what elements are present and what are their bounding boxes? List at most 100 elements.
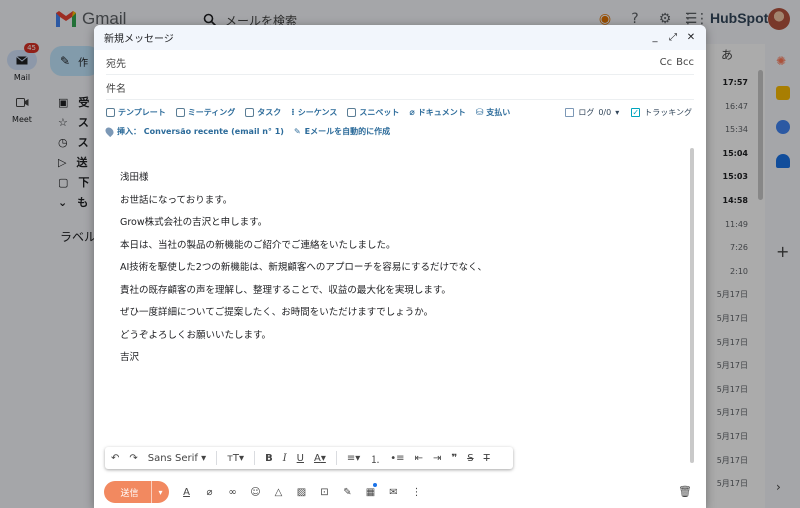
undo-icon[interactable]: ↶ xyxy=(111,453,119,464)
body-line: AI技術を駆使した2つの新機能は、新規顧客へのアプローチを容易にするだけでなく、 xyxy=(120,262,487,273)
log-label: ログ xyxy=(578,108,595,117)
log-checkbox[interactable] xyxy=(565,108,575,117)
body-line: ぜひ一度詳細についてご提案したく、お時間をいただけますでしょうか。 xyxy=(120,307,434,318)
document-button[interactable]: ⌀ ドキュメント xyxy=(409,107,465,118)
cc-bcc-links: Cc Bcc xyxy=(660,57,694,68)
body-line: お世話になっております。 xyxy=(120,194,233,206)
bcc-link[interactable]: Bcc xyxy=(676,57,694,68)
payment-label: 支払い xyxy=(486,108,511,117)
snippet-icon xyxy=(347,108,357,117)
sequence-icon: ⁝ xyxy=(291,107,295,118)
tracking-toggle[interactable]: ✓ トラッキング xyxy=(631,107,692,118)
insert-photo-icon[interactable]: ▨ xyxy=(296,487,307,498)
align-button[interactable]: ≡▾ xyxy=(347,453,360,464)
hubspot-insert-row: 挿入： Conversão recente (email n° 1) ✎ Eメール… xyxy=(103,125,390,138)
template-icon xyxy=(106,108,115,117)
attach-file-icon[interactable]: ⌀ xyxy=(204,487,215,498)
trash-icon[interactable]: 🗑 xyxy=(678,485,692,498)
payment-button[interactable]: ⛁ 支払い xyxy=(476,107,511,118)
edit-icon: ✎ xyxy=(293,127,301,136)
font-size-icon: тT xyxy=(227,452,240,464)
remove-formatting-icon[interactable]: T xyxy=(484,453,490,464)
body-line: 吉沢 xyxy=(120,352,140,363)
task-button[interactable]: タスク xyxy=(245,107,281,118)
strikethrough-button[interactable]: S xyxy=(467,453,473,464)
align-icon: ≡ xyxy=(346,452,356,464)
font-family-select[interactable]: Sans Serif ▾ xyxy=(148,453,206,464)
indent-more-icon[interactable]: ⇥ xyxy=(433,453,441,464)
ai-write-button[interactable]: ✎ Eメールを自動的に作成 xyxy=(294,126,390,137)
minimize-icon[interactable]: _ xyxy=(650,32,660,44)
meeting-label: ミーティング xyxy=(187,108,236,117)
layout-icon[interactable]: ▦ xyxy=(365,487,376,498)
toolbar-divider xyxy=(254,451,256,465)
meeting-button[interactable]: ミーティング xyxy=(175,107,236,118)
font-family-value: Sans Serif xyxy=(147,452,198,464)
log-toggle[interactable]: ログ 0/0 ▾ xyxy=(565,107,619,118)
snippet-button[interactable]: スニペット xyxy=(347,107,399,118)
send-options-chevron-icon[interactable]: ▾ xyxy=(151,481,169,503)
underline-button[interactable]: U xyxy=(297,453,304,464)
log-count: 0/0 xyxy=(598,108,612,117)
insert-recent-conversion[interactable]: 挿入： Conversão recente (email n° 1) xyxy=(103,125,284,138)
to-field[interactable]: 宛先 Cc Bcc xyxy=(106,50,694,75)
text-color-icon: A xyxy=(313,452,321,464)
numbered-list-icon[interactable]: ⒈ xyxy=(370,451,380,466)
tracking-checkbox[interactable]: ✓ xyxy=(631,108,641,117)
formatting-options-icon[interactable]: A xyxy=(181,487,192,498)
compose-window-controls: _ ⤢ ✕ xyxy=(650,32,696,44)
paperclip-icon: ⌀ xyxy=(409,107,415,118)
font-size-select[interactable]: тT▾ xyxy=(227,453,244,464)
lock-icon[interactable]: ⊡ xyxy=(319,487,330,498)
document-label: ドキュメント xyxy=(417,108,466,117)
bold-button[interactable]: B xyxy=(265,453,273,464)
task-label: タスク xyxy=(257,108,282,117)
send-label: 送信 xyxy=(120,488,139,499)
compose-header[interactable]: 新規メッセージ _ ⤢ ✕ xyxy=(94,25,706,50)
body-line: 責社の既存顧客の声を理解し、整理することで、収益の最大化を実現します。 xyxy=(120,284,451,296)
body-line: Grow株式会社の吉沢と申します。 xyxy=(120,217,268,228)
drive-icon[interactable]: △ xyxy=(273,487,284,498)
expand-icon[interactable]: ⤢ xyxy=(668,32,678,44)
subject-placeholder: 件名 xyxy=(106,83,126,95)
compose-body[interactable]: 浅田様 お世話になっております。 Grow株式会社の吉沢と申します。 本日は、当社の製… xyxy=(120,167,680,370)
toolbar-divider xyxy=(216,451,218,465)
sequence-button[interactable]: ⁝ シーケンス xyxy=(291,107,337,118)
cc-link[interactable]: Cc xyxy=(660,57,672,68)
body-line: 浅田様 xyxy=(120,172,149,183)
template-label: テンプレート xyxy=(118,108,166,117)
emoji-icon[interactable]: ☺ xyxy=(250,487,261,498)
signature-pen-icon[interactable]: ✎ xyxy=(342,487,353,498)
hubspot-log-tracking: ログ 0/0 ▾ ✓ トラッキング xyxy=(565,107,692,118)
send-button[interactable]: 送信 ▾ xyxy=(104,481,169,503)
calendar-icon xyxy=(175,108,185,117)
template-button[interactable]: テンプレート xyxy=(106,107,166,118)
compose-body-scrollbar[interactable] xyxy=(690,148,694,463)
insert-label: 挿入： Conversão recente (email n° 1) xyxy=(117,127,284,136)
notification-dot xyxy=(373,483,377,487)
snippet-label: スニペット xyxy=(359,108,400,117)
body-line: どうぞよろしくお願いいたします。 xyxy=(120,329,272,341)
ai-write-label: Eメールを自動的に作成 xyxy=(304,127,391,136)
compose-actions: A ⌀ ∞ ☺ △ ▨ ⊡ ✎ ▦ ✉ ⋮ xyxy=(181,487,422,498)
quote-icon[interactable]: ❞ xyxy=(451,453,457,464)
sequence-label: シーケンス xyxy=(297,108,338,117)
chevron-down-icon: ▾ xyxy=(615,108,620,117)
payment-icon: ⛁ xyxy=(475,107,484,118)
tracking-label: トラッキング xyxy=(644,108,692,117)
toolbar-divider xyxy=(335,451,337,465)
hubspot-mail-icon[interactable]: ✉ xyxy=(388,487,399,498)
close-icon[interactable]: ✕ xyxy=(686,32,696,44)
italic-button[interactable]: I xyxy=(283,453,287,464)
bulleted-list-icon[interactable]: •≡ xyxy=(390,453,404,464)
more-options-icon[interactable]: ⋮ xyxy=(411,487,422,498)
task-icon xyxy=(245,108,255,117)
insert-link-icon[interactable]: ∞ xyxy=(227,487,238,498)
formatting-toolbar: ↶ ↷ Sans Serif ▾ тT▾ B I U A▾ ≡▾ ⒈ •≡ ⇤ … xyxy=(105,447,513,469)
compose-bottom-bar: 送信 ▾ A ⌀ ∞ ☺ △ ▨ ⊡ ✎ ▦ ✉ ⋮ 🗑 xyxy=(104,480,696,504)
subject-field[interactable]: 件名 xyxy=(106,75,694,100)
text-color-button[interactable]: A▾ xyxy=(314,453,326,464)
redo-icon[interactable]: ↷ xyxy=(129,453,137,464)
indent-less-icon[interactable]: ⇤ xyxy=(415,453,423,464)
lightbulb-icon xyxy=(103,125,116,138)
